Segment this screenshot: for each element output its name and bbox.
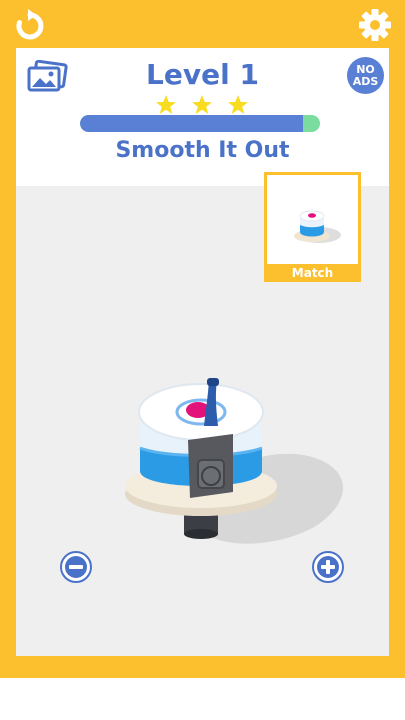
target-preview-card: Match bbox=[264, 172, 361, 282]
target-label: Match bbox=[291, 266, 334, 280]
star-icon bbox=[228, 95, 248, 114]
level-title: Level 1 bbox=[146, 58, 259, 91]
no-ads-button[interactable]: NO ADS bbox=[347, 57, 384, 94]
plus-circle-icon[interactable] bbox=[312, 551, 344, 583]
level-progress-bar bbox=[80, 115, 320, 132]
level-subtitle: Smooth It Out bbox=[115, 138, 290, 163]
restart-icon[interactable] bbox=[14, 8, 46, 42]
target-preview bbox=[267, 175, 358, 264]
progress-fill bbox=[80, 115, 304, 132]
bottom-blank-area bbox=[0, 678, 405, 720]
star-rating bbox=[156, 95, 248, 114]
star-icon bbox=[192, 95, 212, 114]
no-ads-label-line2: ADS bbox=[352, 74, 379, 88]
target-cake-image bbox=[294, 210, 341, 243]
gear-icon[interactable] bbox=[358, 8, 392, 42]
star-icon bbox=[156, 95, 176, 114]
no-ads-label-line1: NO bbox=[356, 62, 375, 76]
minus-circle-icon[interactable] bbox=[60, 551, 92, 583]
